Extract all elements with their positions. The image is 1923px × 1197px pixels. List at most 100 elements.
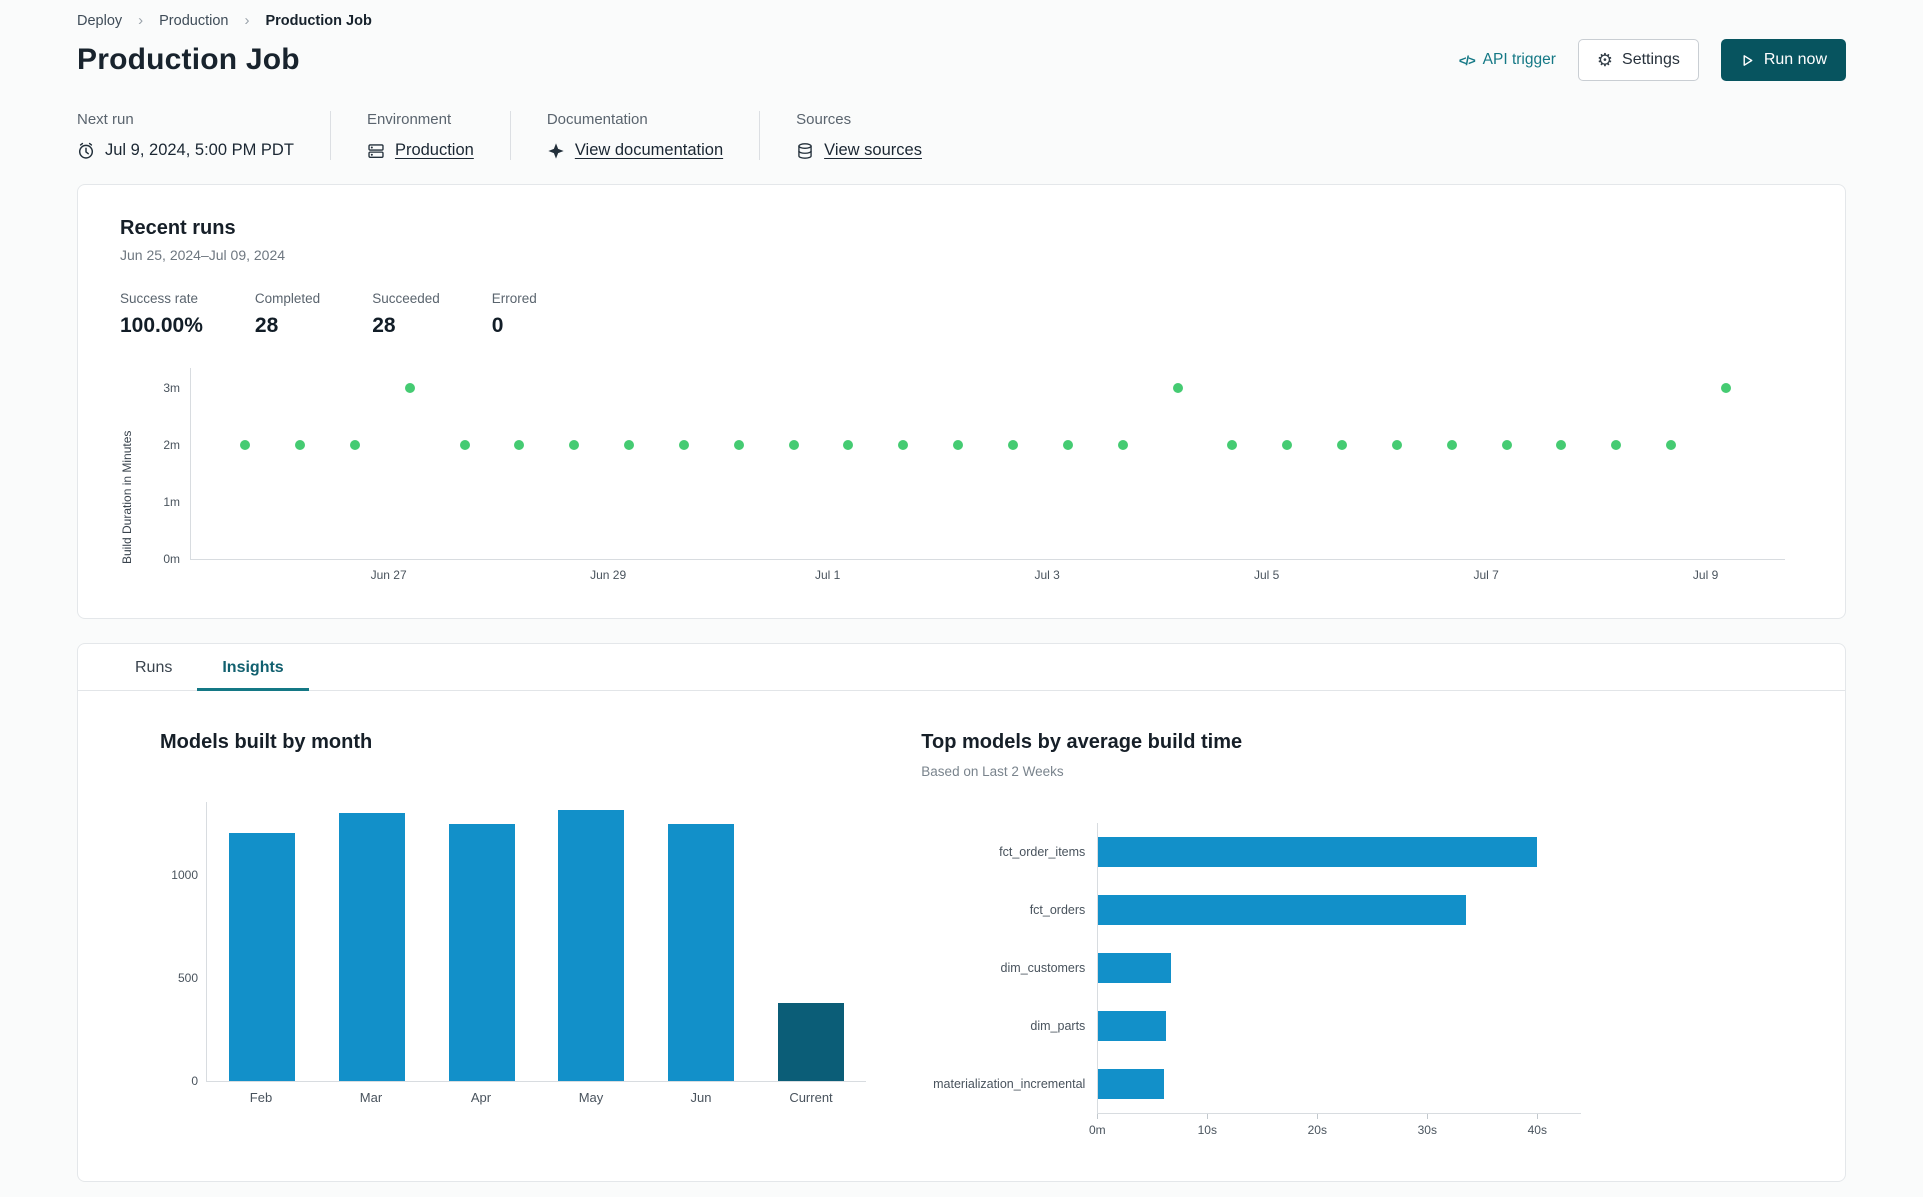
models-built-block: Models built by month 0 500 1000 Feb Mar Apr M… (160, 731, 921, 1141)
page-title: Production Job (77, 43, 300, 76)
sources-section: Sources View sources (759, 111, 958, 160)
recent-runs-stats: Success rate 100.00% Completed 28 Succee… (120, 291, 1803, 338)
scatter-plot-area: Jun 27 Jun 29 Jul 1 Jul 3 Jul 5 Jul 7 Jul 9 (190, 368, 1785, 582)
model-name-label: dim_customers (1000, 961, 1086, 975)
hbar-row: fct_order_items (921, 823, 1581, 881)
x-tick-label: Jul 3 (1034, 568, 1060, 582)
gear-icon: ⚙ (1596, 50, 1614, 70)
category-label: Apr (470, 1090, 492, 1105)
environment-section: Environment Production (329, 111, 510, 160)
bar-mar (338, 813, 405, 1081)
category-label: Mar (359, 1090, 383, 1105)
bar-category-labels: Feb Mar Apr May Jun Current (206, 1090, 866, 1105)
api-trigger-link[interactable]: </> API trigger (1459, 51, 1556, 69)
recent-runs-title: Recent runs (120, 217, 236, 239)
job-meta-row: Next run Jul 9, 2024, 5:00 PM PDT Enviro… (77, 111, 1846, 160)
production-job-page: Deploy › Production › Production Job Pro… (0, 0, 1923, 1182)
run-data-point (459, 440, 470, 450)
hbar-row: dim_parts (921, 997, 1581, 1055)
y-tick-label: 3m (163, 381, 180, 395)
run-data-point (1282, 440, 1293, 450)
code-icon: </> (1458, 52, 1476, 68)
tabs-bar: Runs Insights (78, 644, 1845, 691)
run-data-point (678, 440, 689, 450)
x-tick-label: Jun 27 (370, 568, 407, 582)
hbar-fct_order_items (1098, 837, 1538, 867)
run-data-point (898, 440, 909, 450)
breadcrumb-separator: › (138, 12, 144, 29)
run-data-point (569, 440, 580, 450)
x-tick-label: Jul 9 (1692, 568, 1719, 582)
database-icon (798, 142, 812, 159)
run-data-point (240, 440, 251, 450)
header-actions: </> API trigger ⚙ Settings Run now (1459, 39, 1846, 81)
top-models-subtitle: Based on Last 2 Weeks (921, 764, 1064, 779)
hbar-x-axis: 0m 10s 20s 30s 40s (1089, 1113, 1582, 1141)
x-tick-label: 30s (1417, 1123, 1437, 1137)
run-data-point (1611, 440, 1622, 450)
hbar-row: materialization_incremental (921, 1055, 1581, 1113)
y-tick-label: 2m (163, 438, 180, 452)
x-tick-label: 10s (1197, 1123, 1217, 1137)
x-tick-label: 0m (1088, 1123, 1106, 1137)
breadcrumb-deploy[interactable]: Deploy (77, 13, 122, 29)
environment-link[interactable]: Production (395, 141, 474, 160)
models-built-bar-chart: 0 500 1000 Feb Mar Apr May Jun Current (160, 796, 880, 1126)
model-name-label: dim_parts (1030, 1019, 1086, 1033)
x-tick-mark (1207, 1114, 1209, 1119)
model-name-label: fct_order_items (999, 845, 1086, 859)
model-name-label: materialization_incremental (933, 1077, 1086, 1091)
environment-icon (368, 143, 384, 158)
hbar-fct_orders (1098, 895, 1467, 925)
hbar-track (1097, 823, 1581, 881)
tab-insights[interactable]: Insights (197, 644, 310, 691)
play-icon (1743, 54, 1753, 66)
hbar-dim_customers (1098, 953, 1171, 983)
x-tick-mark (1537, 1114, 1539, 1119)
x-tick-mark (1317, 1114, 1319, 1119)
hbar-track (1097, 939, 1581, 997)
view-sources-link[interactable]: View sources (824, 141, 922, 160)
x-tick-label: 40s (1527, 1123, 1547, 1137)
run-data-point (1446, 440, 1457, 450)
model-name-label: fct_orders (1029, 903, 1086, 917)
run-data-point (1556, 440, 1567, 450)
x-tick-mark (1427, 1114, 1429, 1119)
hbar-materialization_incremental (1098, 1069, 1165, 1099)
run-now-button[interactable]: Run now (1720, 39, 1846, 81)
run-now-label: Run now (1763, 51, 1827, 68)
run-data-point (1501, 440, 1512, 450)
api-trigger-label: API trigger (1482, 51, 1556, 68)
view-documentation-link[interactable]: View documentation (575, 141, 723, 160)
bar-apr (448, 824, 515, 1081)
run-data-point (1008, 440, 1019, 450)
top-models-block: Top models by average build time Based o… (921, 731, 1815, 1141)
y-tick-label: 500 (177, 971, 198, 986)
x-tick-label: 20s (1307, 1123, 1327, 1137)
settings-button[interactable]: ⚙ Settings (1577, 39, 1699, 81)
y-axis-label: Build Duration in Minutes (120, 430, 134, 564)
bar-plot-area (206, 802, 866, 1082)
stat-errored: Errored 0 (491, 291, 537, 337)
insights-content: Models built by month 0 500 1000 Feb Mar Apr M… (78, 691, 1845, 1181)
documentation-label: Documentation (546, 111, 648, 128)
hbar-row: dim_customers (921, 939, 1581, 997)
run-data-point (1227, 440, 1238, 450)
run-data-point (953, 440, 964, 450)
run-data-point (1117, 440, 1128, 450)
next-run-section: Next run Jul 9, 2024, 5:00 PM PDT (77, 111, 330, 160)
tab-runs[interactable]: Runs (110, 644, 197, 690)
breadcrumb-production[interactable]: Production (159, 13, 228, 29)
hbar-dim_parts (1098, 1011, 1167, 1041)
top-models-hbar-chart: fct_order_items fct_orders dim_customersdi… (921, 823, 1582, 1141)
run-data-point (1062, 440, 1073, 450)
hbar-track (1097, 997, 1581, 1055)
hbar-row: fct_orders (921, 881, 1581, 939)
x-tick-label: Jul 1 (814, 568, 841, 582)
build-duration-chart-wrapper: Build Duration in Minutes Jun 27 Jun 29 Ju… (120, 358, 1803, 594)
x-tick-label: Jul 5 (1253, 568, 1280, 582)
stat-success-rate: Success rate 100.00% (120, 291, 203, 337)
environment-label: Environment (366, 111, 452, 128)
run-data-point (295, 440, 306, 450)
run-data-point (1666, 440, 1677, 450)
